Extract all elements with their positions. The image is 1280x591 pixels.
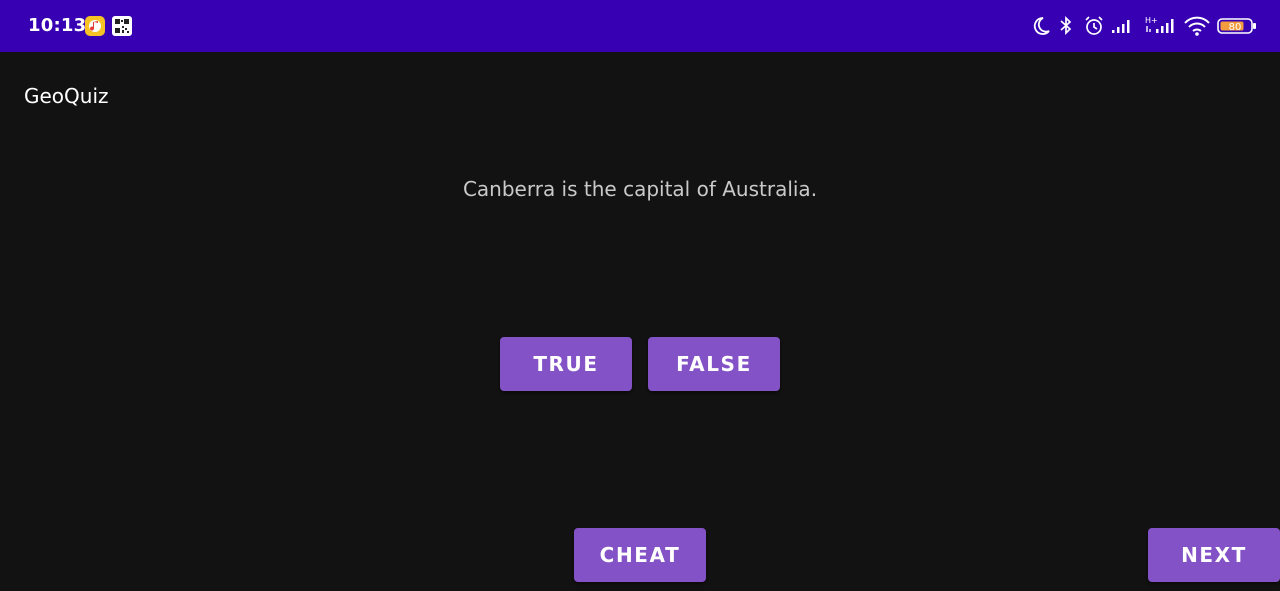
status-bar: 10:13 H+ 80: [0, 0, 1280, 52]
svg-text:H+: H+: [1145, 16, 1158, 25]
bluetooth-icon: [1060, 15, 1072, 36]
qr-code-icon: [112, 16, 132, 36]
status-time: 10:13: [28, 15, 87, 36]
true-button[interactable]: TRUE: [500, 337, 632, 391]
moon-icon: [1033, 17, 1050, 35]
app-title: GeoQuiz: [24, 84, 109, 108]
signal-hplus-icon: H+: [1145, 16, 1174, 33]
question-text: Canberra is the capital of Australia.: [462, 177, 818, 201]
false-button[interactable]: FALSE: [648, 337, 780, 391]
music-app-icon: [85, 16, 105, 36]
battery-level: 80: [1229, 22, 1242, 33]
cheat-button[interactable]: CHEAT: [574, 528, 706, 582]
battery-icon: 80: [1217, 18, 1256, 34]
alarm-icon: [1085, 16, 1103, 35]
next-button[interactable]: NEXT: [1148, 528, 1280, 582]
wifi-icon: [1184, 16, 1210, 36]
signal-icon: [1112, 20, 1130, 33]
